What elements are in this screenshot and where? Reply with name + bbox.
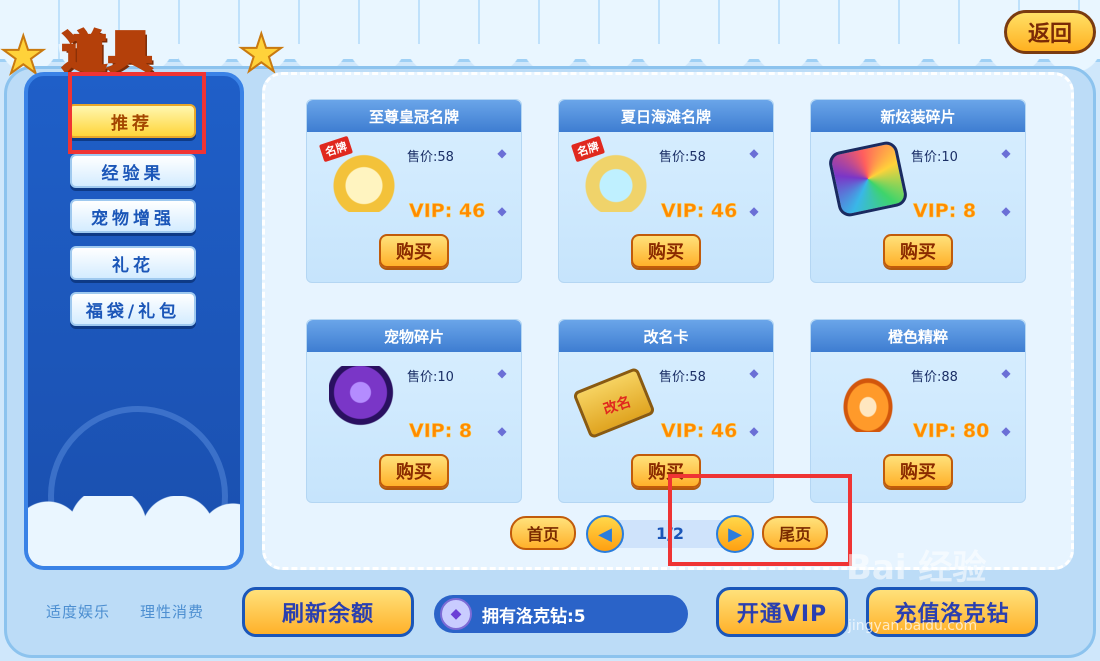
diamond-icon: ◆ [749, 424, 759, 438]
item-card: 橙色精粹 售价:88 ◆ VIP: 80 ◆ 购买 [810, 319, 1026, 503]
item-vip-price: VIP: 80 [913, 420, 990, 443]
page-title: 道具 [61, 26, 154, 80]
item-card: 新炫装碎片 售价:10 ◆ VIP: 8 ◆ 购买 [810, 99, 1026, 283]
last-page-button[interactable]: 尾页 [762, 516, 828, 550]
diamond-icon: ◆ [1001, 366, 1011, 380]
balance-text: 拥有洛克钻:5 [482, 606, 586, 627]
balance-display: ◆ 拥有洛克钻:5 [434, 595, 688, 633]
item-price: 售价:58 [659, 150, 706, 165]
diamond-icon: ◆ [497, 204, 507, 218]
item-vip-price: VIP: 8 [913, 200, 977, 223]
sidebar-item-exp-fruit[interactable]: 经验果 [70, 154, 196, 188]
diamond-icon: ◆ [497, 366, 507, 380]
diamond-icon: ◆ [1001, 146, 1011, 160]
diamond-icon: ◆ [749, 146, 759, 160]
outfit-shard-icon [826, 139, 910, 219]
item-vip-price: VIP: 46 [409, 200, 486, 223]
item-name: 宠物碎片 [307, 320, 521, 352]
watermark-url: jingyan.baidu.com [848, 618, 978, 634]
item-price: 售价:10 [911, 150, 958, 165]
item-card: 夏日海滩名牌 名牌 售价:58 ◆ VIP: 46 ◆ 购买 [558, 99, 774, 283]
sidebar-item-pet-enhance[interactable]: 宠物增强 [70, 199, 196, 233]
pet-shard-icon [329, 366, 399, 432]
sidebar-item-lucky-bag[interactable]: 福袋/礼包 [70, 292, 196, 326]
item-price: 售价:88 [911, 370, 958, 385]
buy-button[interactable]: 购买 [883, 234, 953, 268]
buy-button[interactable]: 购买 [883, 454, 953, 488]
item-card: 至尊皇冠名牌 名牌 售价:58 ◆ VIP: 46 ◆ 购买 [306, 99, 522, 283]
item-price: 售价:58 [659, 370, 706, 385]
prev-page-button[interactable]: ◀ [586, 515, 624, 553]
item-vip-price: VIP: 46 [661, 200, 738, 223]
slogan-text: 适度娱乐 [46, 603, 111, 621]
item-price: 售价:58 [407, 150, 454, 165]
diamond-icon: ◆ [749, 204, 759, 218]
item-vip-price: VIP: 46 [661, 420, 738, 443]
page-indicator: 1/2 [655, 524, 685, 543]
cloud-decoration [28, 528, 240, 566]
slogan-text: 理性消费 [140, 603, 205, 621]
item-name: 夏日海滩名牌 [559, 100, 773, 132]
item-card: 改名卡 改名 售价:58 ◆ VIP: 46 ◆ 购买 [558, 319, 774, 503]
item-name: 新炫装碎片 [811, 100, 1025, 132]
sidebar-item-fireworks[interactable]: 礼花 [70, 246, 196, 280]
diamond-icon: ◆ [497, 146, 507, 160]
buy-button[interactable]: 购买 [631, 454, 701, 488]
buy-button[interactable]: 购买 [379, 234, 449, 268]
arrow-left-icon: ◀ [598, 523, 612, 545]
diamond-icon: ◆ [1001, 204, 1011, 218]
buy-button[interactable]: 购买 [379, 454, 449, 488]
open-vip-button[interactable]: 开通VIP [716, 587, 848, 637]
buy-button[interactable]: 购买 [631, 234, 701, 268]
arrow-right-icon: ▶ [728, 523, 742, 545]
refresh-balance-button[interactable]: 刷新余额 [242, 587, 414, 637]
item-name: 至尊皇冠名牌 [307, 100, 521, 132]
item-vip-price: VIP: 8 [409, 420, 473, 443]
sidebar-item-recommend[interactable]: 推荐 [68, 104, 196, 138]
watermark-logo: Bai 经验 [846, 548, 987, 588]
item-card: 宠物碎片 售价:10 ◆ VIP: 8 ◆ 购买 [306, 319, 522, 503]
item-price: 售价:10 [407, 370, 454, 385]
diamond-icon: ◆ [440, 598, 472, 630]
orange-essence-icon [833, 366, 903, 432]
back-button[interactable]: 返回 [1004, 10, 1096, 54]
diamond-icon: ◆ [497, 424, 507, 438]
item-name: 橙色精粹 [811, 320, 1025, 352]
diamond-icon: ◆ [749, 366, 759, 380]
next-page-button[interactable]: ▶ [716, 515, 754, 553]
first-page-button[interactable]: 首页 [510, 516, 576, 550]
diamond-icon: ◆ [1001, 424, 1011, 438]
item-name: 改名卡 [559, 320, 773, 352]
